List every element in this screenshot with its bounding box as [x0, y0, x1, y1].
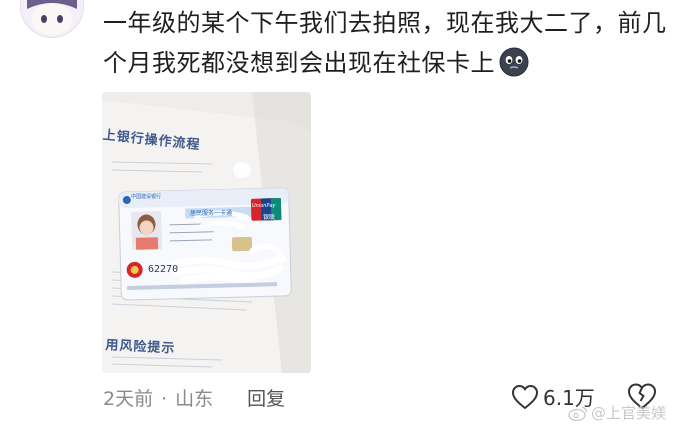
- watermark-text: @上官美媄: [591, 404, 667, 422]
- watermark: @上官美媄: [568, 402, 666, 423]
- avatar-image: [21, 0, 83, 37]
- flyer-heading-bottom: 用风险提示: [105, 337, 176, 357]
- comment-meta: 2天前 · 山东 回复: [103, 384, 285, 411]
- weibo-logo-icon: [568, 405, 588, 421]
- post-location: 山东: [175, 388, 214, 410]
- card-title: 居民服务一卡通: [190, 210, 233, 217]
- heart-icon: [511, 384, 539, 409]
- card-number: 62270: [148, 264, 179, 275]
- user-avatar[interactable]: [20, 0, 84, 38]
- card-bank-name: 中国建设银行: [131, 194, 162, 200]
- post-time: 2天前: [103, 388, 154, 410]
- dark-face-emoji-icon: [499, 47, 529, 77]
- reply-button[interactable]: 回复: [247, 388, 285, 410]
- unionpay-logo-text: UnionPay: [252, 203, 276, 209]
- unionpay-logo-cn: 银联: [263, 214, 276, 221]
- comment-body: 一年级的某个下午我们去拍照，现在我大二了，前几个月我死都没想到会出现在社保卡上: [103, 9, 667, 77]
- comment-text: 一年级的某个下午我们去拍照，现在我大二了，前几个月我死都没想到会出现在社保卡上: [103, 3, 673, 83]
- attached-photo[interactable]: 上银行操作流程 用风险提示 中国建设银行 居民服务一卡通 UnionPay 银联…: [102, 92, 311, 373]
- meta-separator: ·: [161, 388, 168, 410]
